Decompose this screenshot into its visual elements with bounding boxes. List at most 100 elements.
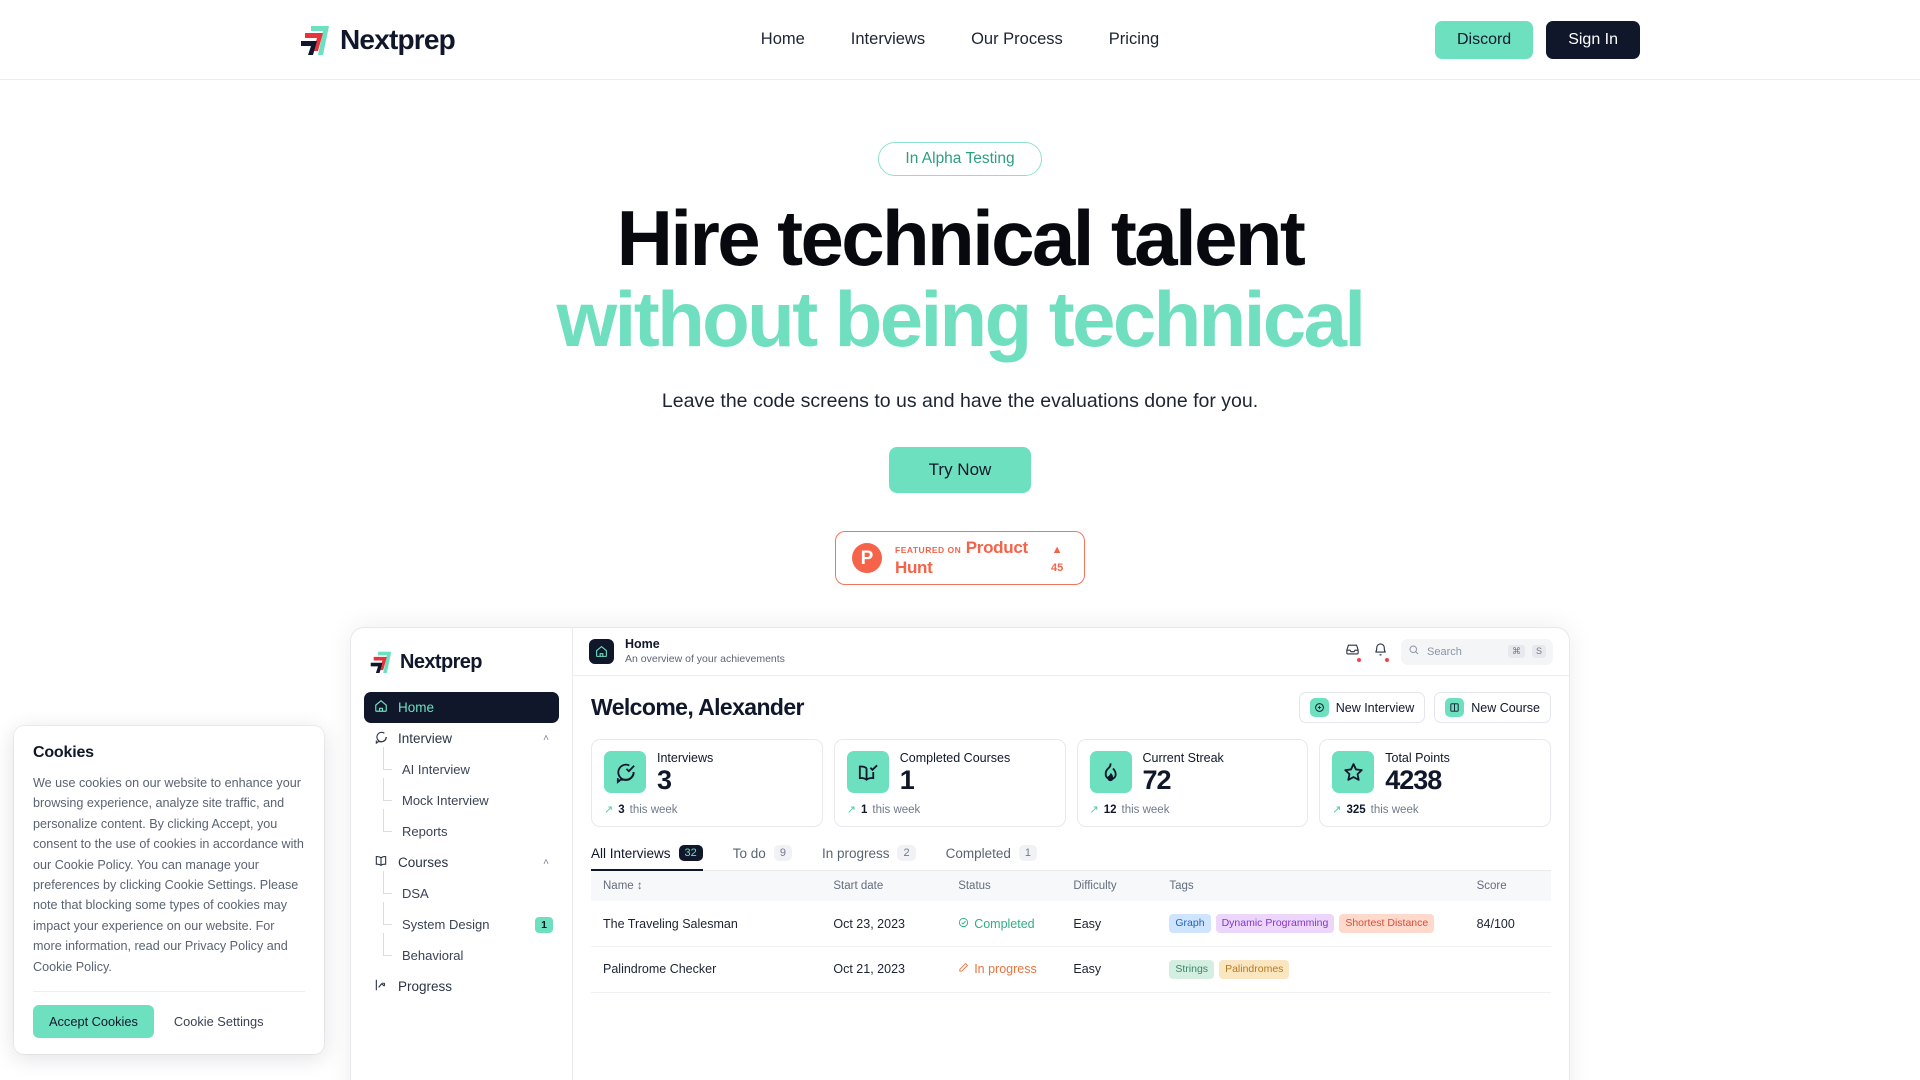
book-icon (1445, 698, 1465, 717)
stat-card-interviews: Interviews 3 ↗ 3 this week (591, 739, 823, 828)
sort-arrows-icon[interactable]: ↕ (637, 880, 643, 892)
stat-delta: 325 (1346, 803, 1366, 816)
sidebar-item-dsa[interactable]: DSA (364, 871, 559, 909)
sidebar-item-label: System Design (402, 917, 490, 932)
discord-button[interactable]: Discord (1434, 20, 1534, 59)
sidebar-item-home[interactable]: Home (364, 692, 559, 723)
stat-delta-suffix: this week (1121, 803, 1170, 816)
cell-tags: Graph Dynamic Programming Shortest Dista… (1157, 901, 1465, 947)
arrow-up-right-icon: ↗ (1332, 804, 1342, 817)
sign-in-button[interactable]: Sign In (1546, 20, 1640, 59)
nav-link-interviews[interactable]: Interviews (851, 30, 925, 49)
stat-value: 4238 (1385, 765, 1442, 795)
tab-label: Completed (945, 845, 1011, 861)
tag-graph: Graph (1169, 914, 1211, 933)
stat-delta-suffix: this week (629, 803, 678, 816)
tab-to-do[interactable]: To do 9 (733, 845, 792, 870)
sidebar-item-progress[interactable]: Progress (364, 971, 559, 1002)
cell-tags: Strings Palindromes (1157, 946, 1465, 993)
brand-name: Nextprep (340, 23, 456, 55)
book-check-icon (846, 751, 889, 793)
search-shortcut-s: S (1531, 645, 1546, 658)
tag-list: Graph Dynamic Programming Shortest Dista… (1169, 914, 1464, 933)
sidebar-item-interview[interactable]: Interview ˄ (364, 723, 559, 754)
status-badge-in-progress: In progress (958, 962, 1061, 976)
primary-nav-links: Home Interviews Our Process Pricing (761, 30, 1159, 49)
tag-palindromes: Palindromes (1219, 959, 1290, 979)
new-course-label: New Course (1471, 700, 1540, 715)
sidebar-item-label: AI Interview (402, 762, 470, 777)
alpha-testing-badge[interactable]: In Alpha Testing (878, 142, 1042, 176)
stat-card-current-streak: Current Streak 72 ↗ 12 this week (1076, 739, 1309, 828)
table-row[interactable]: The Traveling Salesman Oct 23, 2023 Comp… (591, 901, 1551, 947)
stat-label: Completed Courses (899, 751, 1011, 765)
dashboard-sidebar: Nextprep Home Interview ˄ AI Interview M… (351, 628, 573, 1080)
sidebar-item-mock-interview[interactable]: Mock Interview (364, 778, 559, 816)
hero-headline-line2: without being technical (556, 275, 1366, 364)
sidebar-item-system-design[interactable]: System Design 1 (364, 902, 559, 940)
new-course-button[interactable]: New Course (1434, 692, 1551, 723)
column-header-start-date[interactable]: Start date (821, 871, 947, 902)
accept-cookies-button[interactable]: Accept Cookies (33, 1004, 154, 1038)
cell-difficulty: Easy (1061, 946, 1158, 993)
nav-link-home[interactable]: Home (761, 30, 805, 49)
cookie-banner-actions: Accept Cookies Cookie Settings (33, 1004, 305, 1038)
pencil-icon (958, 962, 969, 976)
product-hunt-upvote: ▲ 45 (1046, 540, 1068, 576)
sidebar-item-label: Mock Interview (402, 793, 489, 808)
bell-icon[interactable] (1373, 642, 1389, 662)
sidebar-item-behavioral[interactable]: Behavioral (364, 933, 559, 971)
table-body: The Traveling Salesman Oct 23, 2023 Comp… (591, 901, 1551, 993)
stat-value: 1 (899, 765, 915, 795)
sidebar-item-reports[interactable]: Reports (364, 809, 559, 847)
nav-action-buttons: Discord Sign In (1434, 20, 1640, 59)
nextprep-logo-icon (300, 24, 330, 56)
column-header-score[interactable]: Score (1464, 871, 1551, 902)
chevron-up-icon[interactable]: ˄ (543, 857, 549, 868)
dashboard-brand-name: Nextprep (400, 650, 482, 673)
nav-link-pricing[interactable]: Pricing (1109, 30, 1159, 49)
welcome-row: Welcome, Alexander New Interview New Cou… (591, 692, 1551, 723)
new-interview-button[interactable]: New Interview (1298, 692, 1426, 723)
cookie-settings-button[interactable]: Cookie Settings (172, 1005, 266, 1038)
search-icon (1408, 643, 1420, 661)
sidebar-item-ai-interview[interactable]: AI Interview (364, 747, 559, 785)
tab-completed[interactable]: Completed 1 (945, 845, 1038, 870)
chevron-up-icon[interactable]: ˄ (543, 733, 549, 744)
tab-all-interviews[interactable]: All Interviews 32 (591, 845, 703, 872)
column-header-difficulty[interactable]: Difficulty (1061, 871, 1158, 902)
house-icon (589, 639, 614, 664)
product-hunt-badge[interactable]: P FEATURED ON Product Hunt ▲ 45 (835, 531, 1085, 586)
dashboard-brand[interactable]: Nextprep (364, 646, 559, 692)
welcome-actions: New Interview New Course (1298, 692, 1551, 723)
nav-link-our-process[interactable]: Our Process (971, 30, 1063, 49)
tab-in-progress[interactable]: In progress 2 (822, 845, 916, 870)
stat-label: Current Streak (1142, 751, 1224, 765)
status-badge-completed: Completed (958, 917, 1061, 931)
star-icon (1332, 751, 1375, 793)
inbox-icon[interactable] (1345, 642, 1361, 662)
flame-icon (1089, 751, 1132, 793)
product-hunt-upvote-count: 45 (1050, 562, 1064, 575)
column-header-tags[interactable]: Tags (1157, 871, 1465, 902)
hero-section: In Alpha Testing Hire technical talent w… (0, 80, 1920, 586)
stat-delta: 1 (860, 803, 868, 816)
topbar-right-controls: Search ⌘ S (1345, 638, 1553, 665)
brand-logo[interactable]: Nextprep (300, 23, 456, 56)
table-header: Name ↕ Start date Status Difficulty Tags… (591, 871, 1551, 902)
tab-count: 9 (773, 845, 792, 862)
sidebar-item-courses[interactable]: Courses ˄ (364, 847, 559, 878)
table-row[interactable]: Palindrome Checker Oct 21, 2023 In progr… (591, 946, 1551, 993)
try-now-button[interactable]: Try Now (888, 447, 1032, 494)
column-header-status[interactable]: Status (946, 871, 1062, 902)
column-label: Name (603, 880, 634, 893)
stat-label: Interviews (657, 751, 714, 765)
cell-difficulty: Easy (1061, 901, 1158, 947)
chat-check-icon (604, 751, 646, 793)
search-input[interactable]: Search ⌘ S (1401, 638, 1553, 665)
stat-cards: Interviews 3 ↗ 3 this week Completed Cou… (591, 739, 1551, 828)
plus-circle-icon (1309, 698, 1329, 717)
chat-bubble-icon (374, 730, 388, 747)
sidebar-item-label: DSA (402, 886, 429, 901)
column-header-name[interactable]: Name ↕ (591, 871, 822, 902)
